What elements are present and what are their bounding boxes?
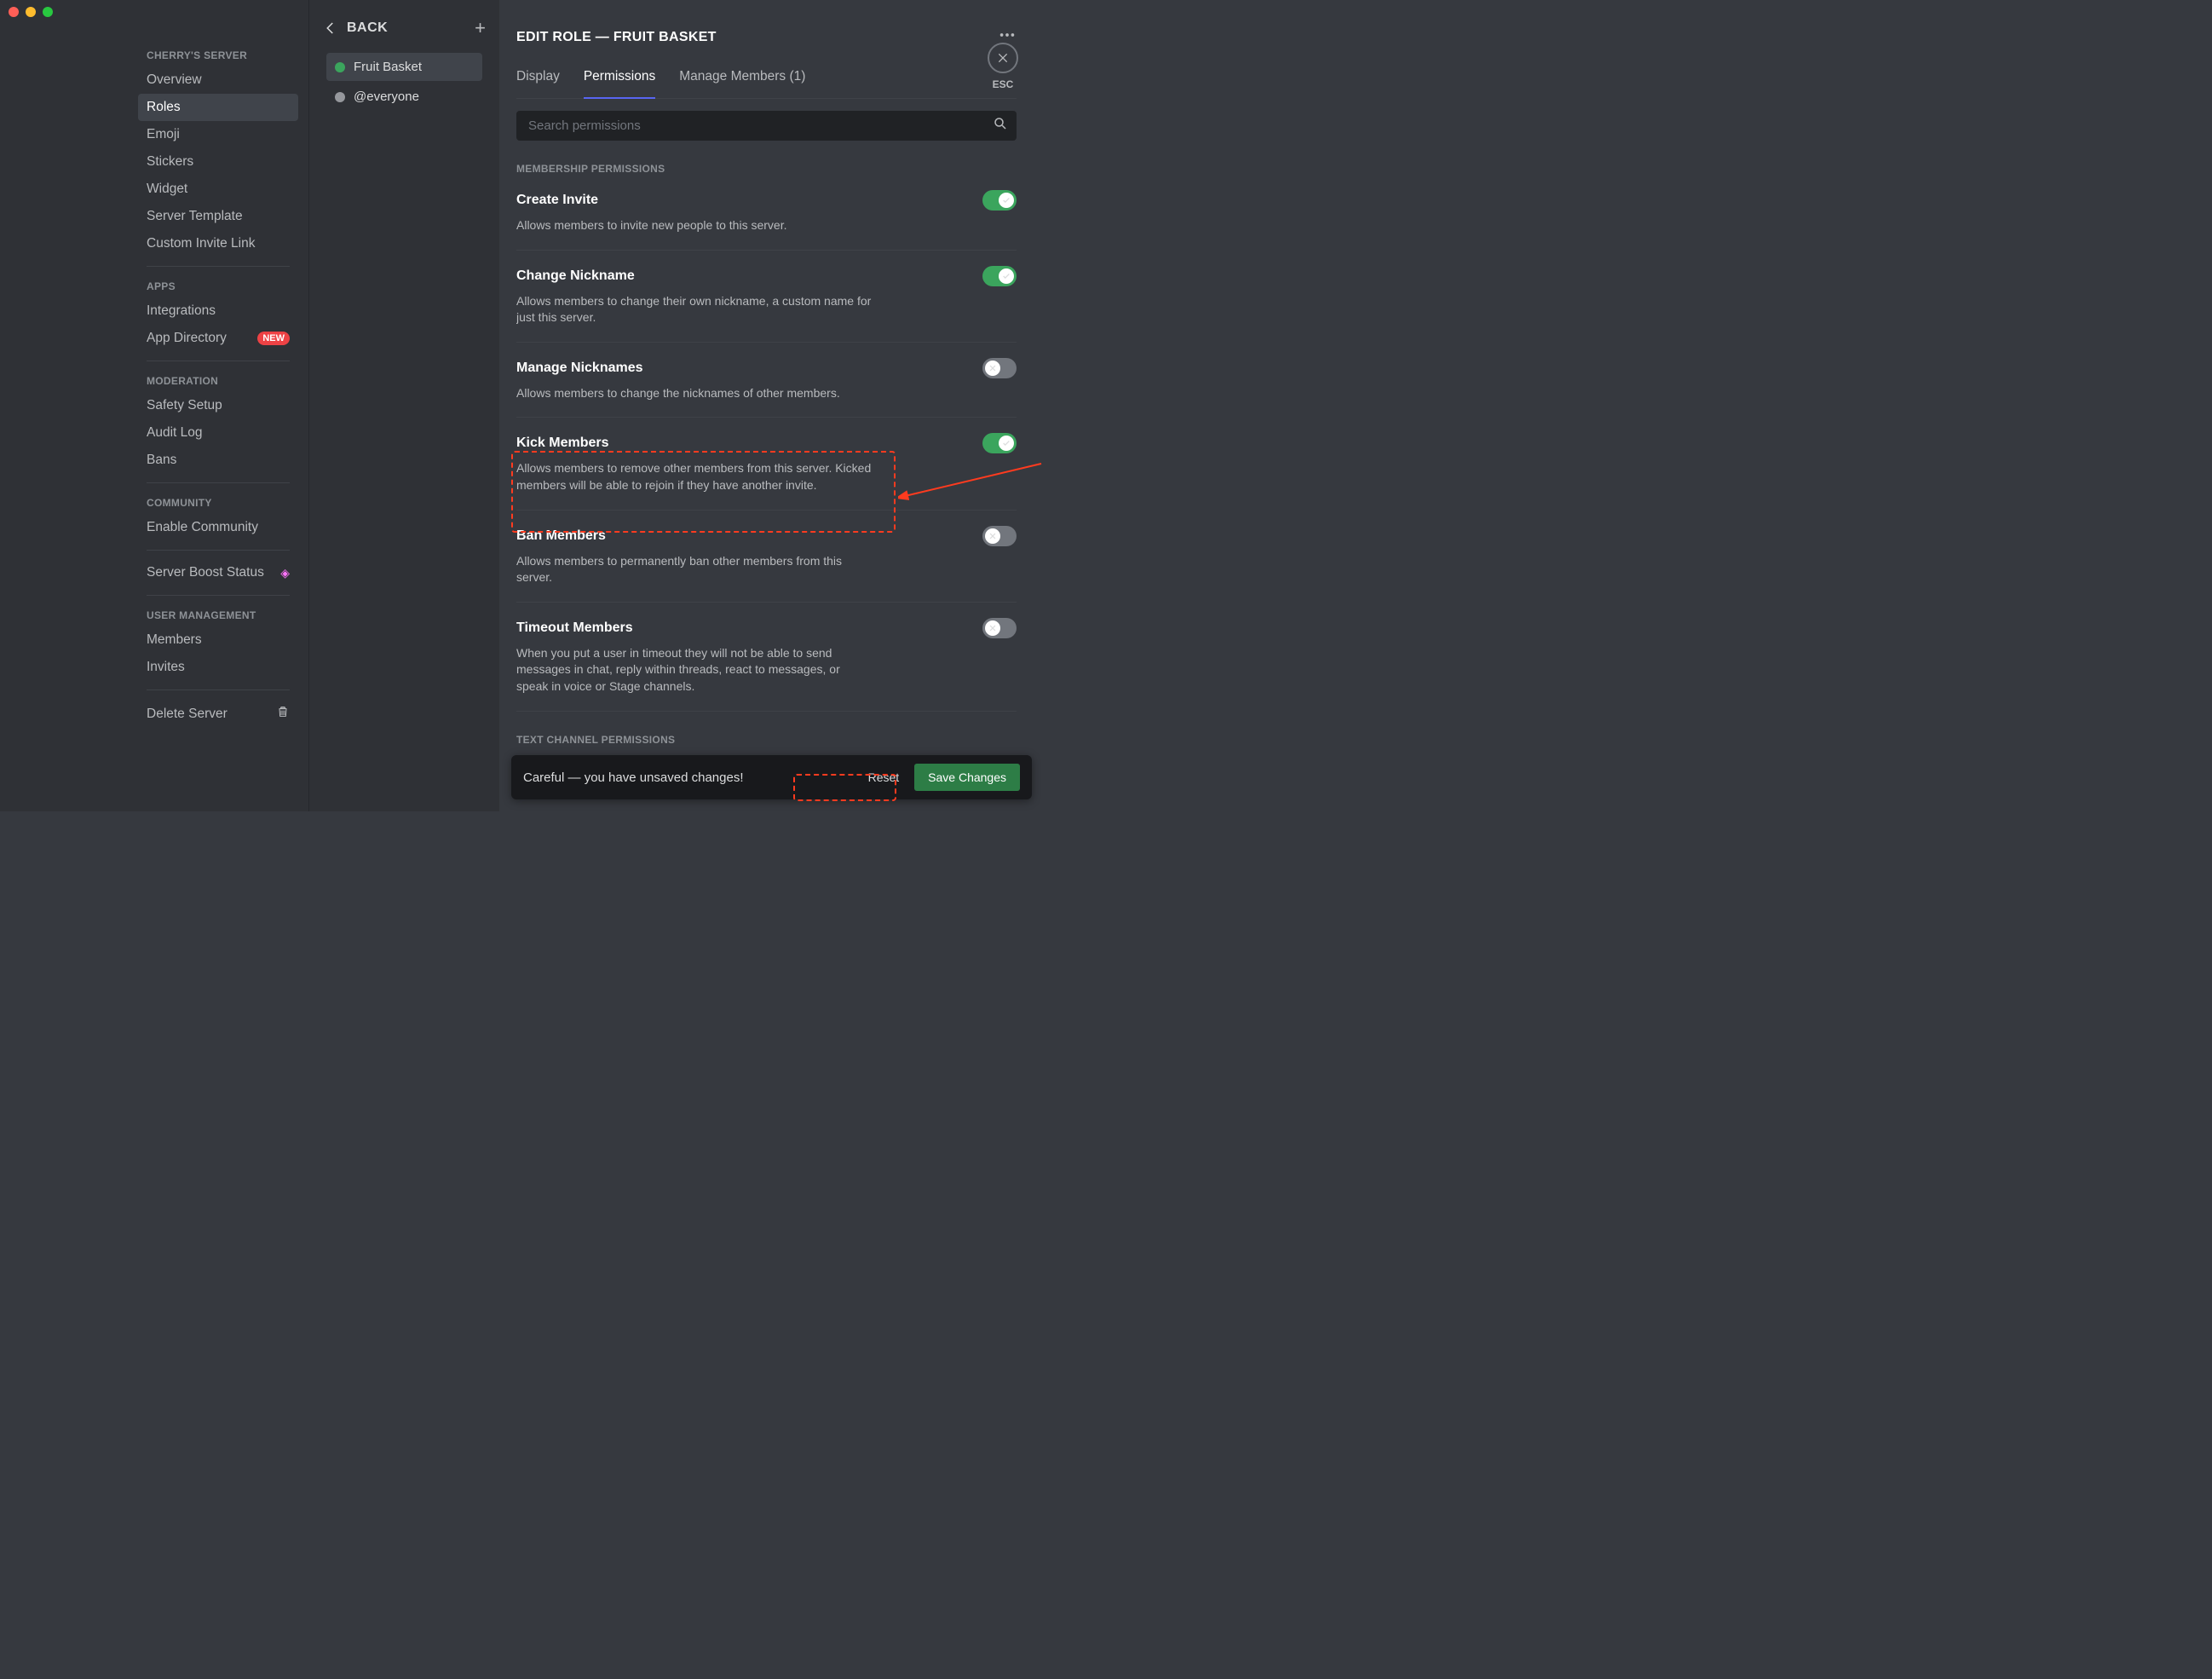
sidebar-item-label: App Directory <box>147 331 227 346</box>
sidebar-item-members[interactable]: Members <box>138 626 298 654</box>
boost-icon: ◈ <box>280 566 290 580</box>
perm-desc: Allows members to change the nicknames o… <box>516 385 874 402</box>
back-button[interactable]: BACK <box>323 20 388 36</box>
arrow-left-icon <box>323 20 338 36</box>
close-icon[interactable] <box>988 43 1018 73</box>
roles-list-column: BACK + Fruit Basket @everyone <box>308 0 499 811</box>
settings-sidebar: CHERRY'S SERVER Overview Roles Emoji Sti… <box>0 0 308 811</box>
perm-kick-members: Kick Members Allows members to remove ot… <box>516 418 1017 510</box>
sidebar-item-roles[interactable]: Roles <box>138 94 298 121</box>
perm-desc: When you put a user in timeout they will… <box>516 645 874 695</box>
new-badge: NEW <box>257 332 290 345</box>
window-controls <box>9 7 53 17</box>
perm-change-nickname: Change Nickname Allows members to change… <box>516 251 1017 343</box>
section-text-channel-permissions: TEXT CHANNEL PERMISSIONS <box>516 734 1017 746</box>
window-max-dot[interactable] <box>43 7 53 17</box>
role-item-fruit-basket[interactable]: Fruit Basket <box>326 53 482 81</box>
search-permissions[interactable] <box>516 111 1017 141</box>
perm-desc: Allows members to change their own nickn… <box>516 293 874 326</box>
perm-title: Kick Members <box>516 436 609 451</box>
usermgmt-header: USER MANAGEMENT <box>138 604 298 626</box>
sidebar-item-bans[interactable]: Bans <box>138 447 298 474</box>
perm-title: Ban Members <box>516 528 606 544</box>
toggle-manage-nicknames[interactable] <box>982 358 1017 378</box>
sidebar-item-overview[interactable]: Overview <box>138 66 298 94</box>
tab-permissions[interactable]: Permissions <box>584 69 655 98</box>
divider <box>147 689 290 690</box>
role-name: Fruit Basket <box>354 60 422 74</box>
window-min-dot[interactable] <box>26 7 36 17</box>
sidebar-item-label: Server Boost Status <box>147 565 264 580</box>
community-header: COMMUNITY <box>138 492 298 514</box>
toggle-change-nickname[interactable] <box>982 266 1017 286</box>
toggle-timeout-members[interactable] <box>982 618 1017 638</box>
apps-header: APPS <box>138 275 298 297</box>
sidebar-item-widget[interactable]: Widget <box>138 176 298 203</box>
tabs: Display Permissions Manage Members (1) <box>516 69 1017 99</box>
perm-desc: Allows members to remove other members f… <box>516 460 874 493</box>
sidebar-item-label: Delete Server <box>147 707 228 722</box>
back-label: BACK <box>347 20 388 36</box>
search-icon <box>993 116 1008 136</box>
sidebar-item-boost[interactable]: Server Boost Status ◈ <box>138 559 298 586</box>
toggle-kick-members[interactable] <box>982 433 1017 453</box>
sidebar-item-integrations[interactable]: Integrations <box>138 297 298 325</box>
check-icon <box>1002 439 1011 447</box>
divider <box>147 266 290 267</box>
perm-title: Timeout Members <box>516 620 633 636</box>
sidebar-item-safety[interactable]: Safety Setup <box>138 392 298 419</box>
search-input[interactable] <box>525 111 993 141</box>
sidebar-item-invites[interactable]: Invites <box>138 654 298 681</box>
x-icon <box>988 624 997 632</box>
sidebar-item-auditlog[interactable]: Audit Log <box>138 419 298 447</box>
sidebar-item-app-directory[interactable]: App Directory NEW <box>138 325 298 352</box>
perm-timeout-members: Timeout Members When you put a user in t… <box>516 603 1017 712</box>
x-icon <box>988 364 997 372</box>
tab-display[interactable]: Display <box>516 69 560 98</box>
perm-title: Change Nickname <box>516 268 635 284</box>
edit-role-panel: EDIT ROLE — FRUIT BASKET Display Permiss… <box>499 0 1044 811</box>
role-item-everyone[interactable]: @everyone <box>326 83 482 111</box>
perm-title: Create Invite <box>516 193 598 208</box>
check-icon <box>1002 272 1011 280</box>
role-color-dot <box>335 62 345 72</box>
sidebar-item-stickers[interactable]: Stickers <box>138 148 298 176</box>
tab-manage-members[interactable]: Manage Members (1) <box>679 69 805 98</box>
trash-icon <box>276 705 290 723</box>
perm-manage-nicknames: Manage Nicknames Allows members to chang… <box>516 343 1017 418</box>
role-name: @everyone <box>354 89 419 104</box>
window-close-dot[interactable] <box>9 7 19 17</box>
toggle-ban-members[interactable] <box>982 526 1017 546</box>
edit-role-title: EDIT ROLE — FRUIT BASKET <box>516 30 717 45</box>
close-settings[interactable]: ESC <box>988 43 1018 90</box>
unsaved-changes-bar: Careful — you have unsaved changes! Rese… <box>511 755 1032 799</box>
section-membership-permissions: MEMBERSHIP PERMISSIONS <box>516 163 1017 175</box>
unsaved-message: Careful — you have unsaved changes! <box>523 770 744 785</box>
divider <box>147 550 290 551</box>
perm-desc: Allows members to permanently ban other … <box>516 553 874 586</box>
moderation-header: MODERATION <box>138 370 298 392</box>
sidebar-item-emoji[interactable]: Emoji <box>138 121 298 148</box>
esc-label: ESC <box>993 78 1014 90</box>
check-icon <box>1002 196 1011 205</box>
toggle-create-invite[interactable] <box>982 190 1017 211</box>
divider <box>147 482 290 483</box>
server-name-header: CHERRY'S SERVER <box>138 44 298 66</box>
divider <box>147 595 290 596</box>
sidebar-item-delete-server[interactable]: Delete Server <box>138 699 298 729</box>
perm-create-invite: Create Invite Allows members to invite n… <box>516 175 1017 251</box>
x-icon <box>988 532 997 540</box>
perm-ban-members: Ban Members Allows members to permanentl… <box>516 511 1017 603</box>
perm-title: Manage Nicknames <box>516 361 643 376</box>
sidebar-item-server-template[interactable]: Server Template <box>138 203 298 230</box>
perm-desc: Allows members to invite new people to t… <box>516 217 874 234</box>
save-changes-button[interactable]: Save Changes <box>914 764 1020 791</box>
add-role-button[interactable]: + <box>475 17 486 39</box>
sidebar-item-invite-link[interactable]: Custom Invite Link <box>138 230 298 257</box>
role-color-dot <box>335 92 345 102</box>
sidebar-item-enable-community[interactable]: Enable Community <box>138 514 298 541</box>
reset-button[interactable]: Reset <box>868 770 900 784</box>
